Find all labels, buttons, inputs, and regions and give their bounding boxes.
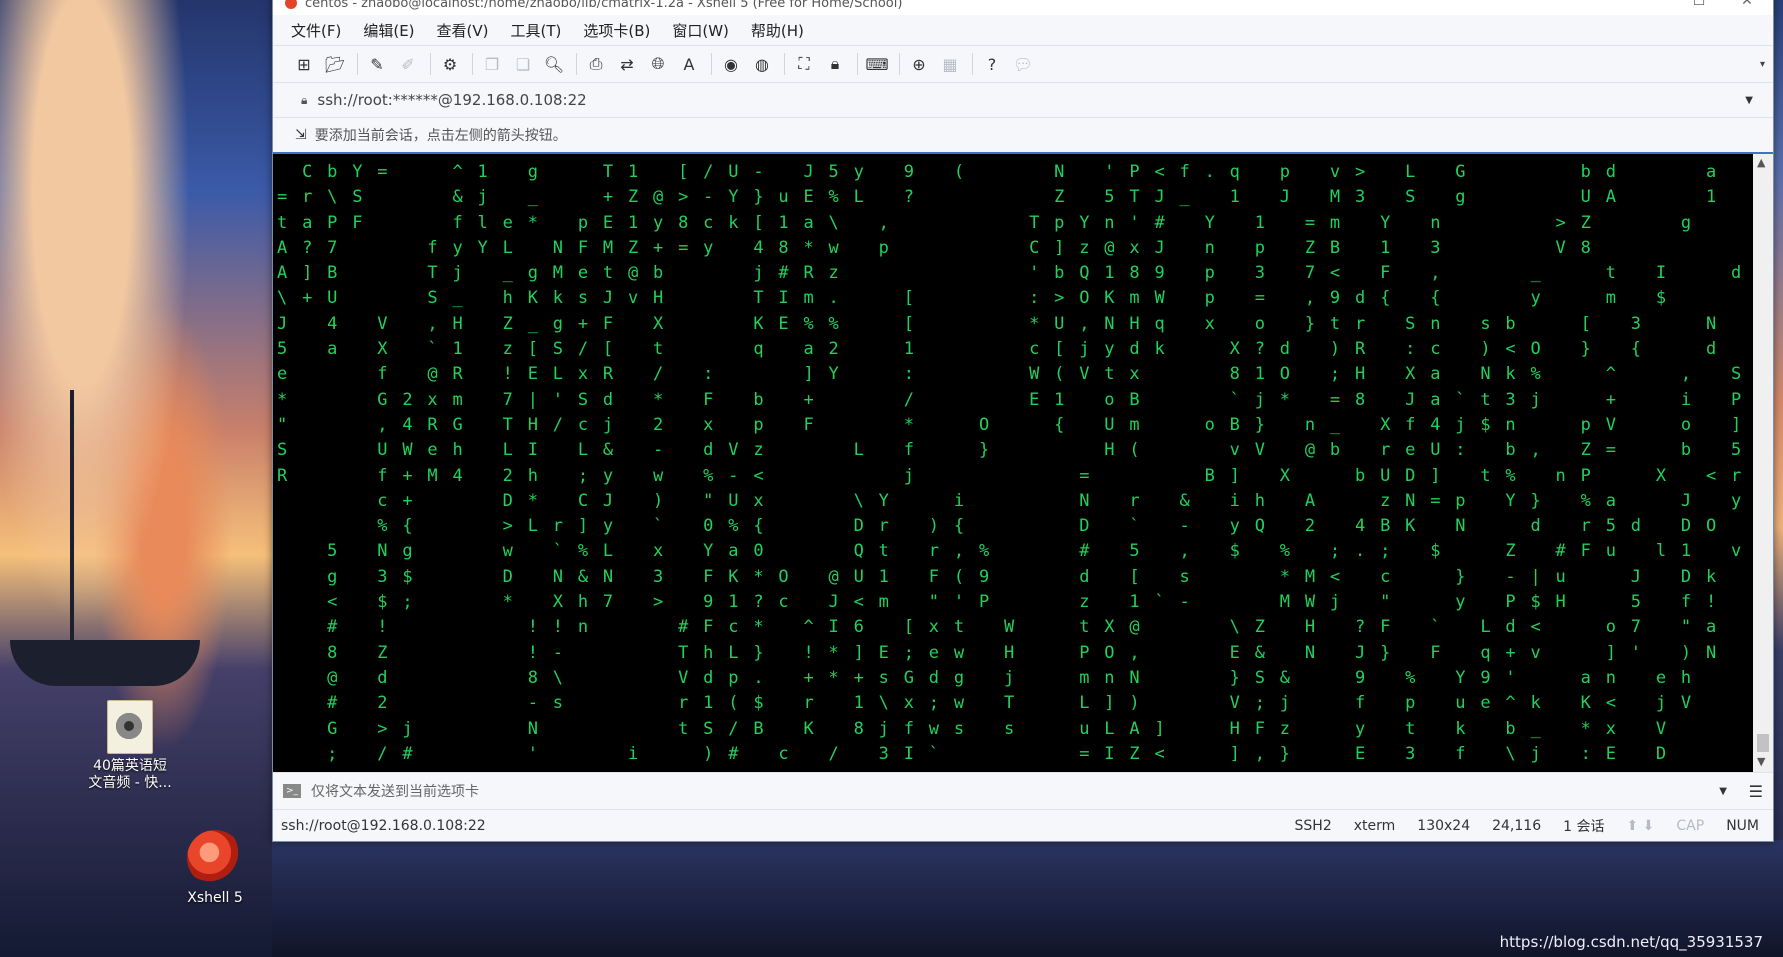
find-icon[interactable]: 🔍︎ — [543, 53, 565, 75]
xshell-window: centos - zhaobo@localhost:/home/zhaobo/l… — [272, 0, 1774, 842]
open-folder-icon[interactable]: 📂︎ — [324, 53, 346, 75]
send-icon: >_ — [283, 784, 301, 798]
desktop-icon-label: 40篇英语短 — [93, 758, 167, 774]
toolbar-separator — [472, 53, 473, 75]
disconnect-icon[interactable]: ✐ — [397, 53, 419, 75]
menu-window[interactable]: 窗口(W) — [672, 20, 729, 41]
toolbar-separator — [784, 53, 785, 75]
desktop-icon-label: 文音频 - 快... — [88, 775, 172, 791]
add-session-arrow-icon[interactable]: ⇲ — [295, 127, 307, 143]
toolbar-separator — [576, 53, 577, 75]
close-icon[interactable]: ✕ — [1727, 0, 1767, 9]
terminal-text[interactable]: C b Y = ^ 1 g T 1 [ / U - J 5 y 9 ( N ' … — [273, 154, 1773, 767]
xshell-logo-icon — [187, 830, 243, 886]
properties-icon[interactable]: ⚙ — [439, 53, 461, 75]
tunnel-icon[interactable]: ◍ — [751, 53, 773, 75]
toolbar-separator — [430, 53, 431, 75]
status-protocol: SSH2 — [1294, 817, 1332, 834]
desktop-icon-label: Xshell 5 — [187, 890, 243, 906]
scroll-down-icon[interactable]: ▼ — [1757, 755, 1765, 768]
menu-bar: 文件(F) 编辑(E) 查看(V) 工具(T) 选项卡(B) 窗口(W) 帮助(… — [273, 15, 1773, 46]
status-terminal-type: xterm — [1353, 817, 1396, 834]
keyboard-icon[interactable]: ⌨ — [865, 53, 888, 75]
xftp-icon[interactable]: ◉ — [720, 53, 742, 75]
session-hint-bar: ⇲ 要添加当前会话，点击左侧的箭头按钮。 — [273, 118, 1773, 154]
status-bar: ssh://root@192.168.0.108:22 SSH2 xterm 1… — [273, 809, 1773, 841]
status-cursor: 24,116 — [1492, 817, 1542, 834]
toolbar-separator — [899, 53, 900, 75]
toolbar-separator — [972, 53, 973, 75]
transfer-icon[interactable]: ⇄ — [616, 53, 638, 75]
window-title: centos - zhaobo@localhost:/home/zhaobo/l… — [305, 0, 903, 11]
wallpaper-mast — [70, 390, 74, 680]
status-address: ssh://root@192.168.0.108:22 — [281, 817, 486, 834]
menu-file[interactable]: 文件(F) — [291, 20, 341, 41]
address-text[interactable]: ssh://root:******@192.168.0.108:22 — [317, 91, 586, 109]
font-icon[interactable]: A — [678, 53, 700, 75]
audio-file-icon — [107, 700, 153, 754]
menu-tools[interactable]: 工具(T) — [511, 20, 562, 41]
chat-icon[interactable]: 💬︎ — [1012, 53, 1034, 75]
xshell-app-icon — [285, 0, 297, 9]
toolbar-separator — [857, 53, 858, 75]
globe-icon[interactable]: 🌐︎ — [647, 53, 669, 75]
new-session-icon[interactable]: ⊞ — [293, 53, 315, 75]
maximize-icon[interactable]: ☐ — [1679, 0, 1719, 9]
toolbar: ⊞ 📂︎ ✎ ✐ ⚙ ❐ ❏ 🔍︎ ⎙ ⇄ 🌐︎ A ◉ ◍ ⛶ 🔒︎ ⌨ ⊕ … — [273, 46, 1773, 83]
connect-icon[interactable]: ✎ — [366, 53, 388, 75]
fullscreen-icon[interactable]: ⛶ — [793, 53, 815, 75]
address-bar[interactable]: 🔒︎ ssh://root:******@192.168.0.108:22 ▼ — [273, 83, 1773, 118]
paste-icon[interactable]: ❏ — [512, 53, 534, 75]
lock-icon[interactable]: 🔒︎ — [824, 53, 846, 75]
status-sessions: 1 会话 — [1563, 818, 1605, 835]
menu-edit[interactable]: 编辑(E) — [363, 20, 414, 41]
menu-view[interactable]: 查看(V) — [437, 20, 489, 41]
wallpaper-boat — [10, 640, 200, 686]
send-text-bar[interactable]: >_ 仅将文本发送到当前选项卡 ▼ ☰ — [273, 772, 1773, 809]
copy-icon[interactable]: ❐ — [481, 53, 503, 75]
terminal-area[interactable]: C b Y = ^ 1 g T 1 [ / U - J 5 y 9 ( N ' … — [273, 154, 1773, 772]
toolbar-overflow-icon[interactable]: ▾ — [1760, 59, 1765, 70]
status-size: 130x24 — [1417, 817, 1471, 834]
csdn-watermark: https://blog.csdn.net/qq_35931537 — [1499, 933, 1763, 951]
send-bar-text[interactable]: 仅将文本发送到当前选项卡 — [311, 781, 479, 801]
print-icon[interactable]: ⎙ — [585, 53, 607, 75]
toolbar-separator — [357, 53, 358, 75]
status-cap: CAP — [1676, 817, 1705, 834]
desktop-wallpaper — [0, 0, 272, 957]
status-num: NUM — [1726, 817, 1759, 834]
chevron-down-icon[interactable]: ▼ — [1719, 786, 1727, 797]
terminal-scrollbar[interactable]: ▲ ▼ — [1753, 154, 1773, 772]
layout-icon[interactable]: ▦ — [939, 53, 961, 75]
desktop-icon-audio-shortcut[interactable]: 40篇英语短 文音频 - 快... — [70, 700, 190, 792]
lock-icon: 🔒︎ — [301, 92, 308, 107]
toolbar-separator — [711, 53, 712, 75]
new-tab-icon[interactable]: ⊕ — [908, 53, 930, 75]
menu-help[interactable]: 帮助(H) — [751, 20, 804, 41]
hint-text: 要添加当前会话，点击左侧的箭头按钮。 — [314, 128, 567, 144]
desktop-icon-xshell[interactable]: Xshell 5 — [170, 830, 260, 907]
scroll-up-icon[interactable]: ▲ — [1757, 156, 1765, 169]
help-icon[interactable]: ? — [981, 53, 1003, 75]
title-bar: centos - zhaobo@localhost:/home/zhaobo/l… — [273, 0, 1773, 15]
menu-icon[interactable]: ☰ — [1749, 782, 1763, 801]
scroll-thumb[interactable] — [1757, 734, 1769, 752]
chevron-down-icon[interactable]: ▼ — [1745, 95, 1753, 106]
menu-tab[interactable]: 选项卡(B) — [583, 20, 650, 41]
status-nav-arrows-icon[interactable]: ⬆ ⬇ — [1626, 818, 1654, 834]
